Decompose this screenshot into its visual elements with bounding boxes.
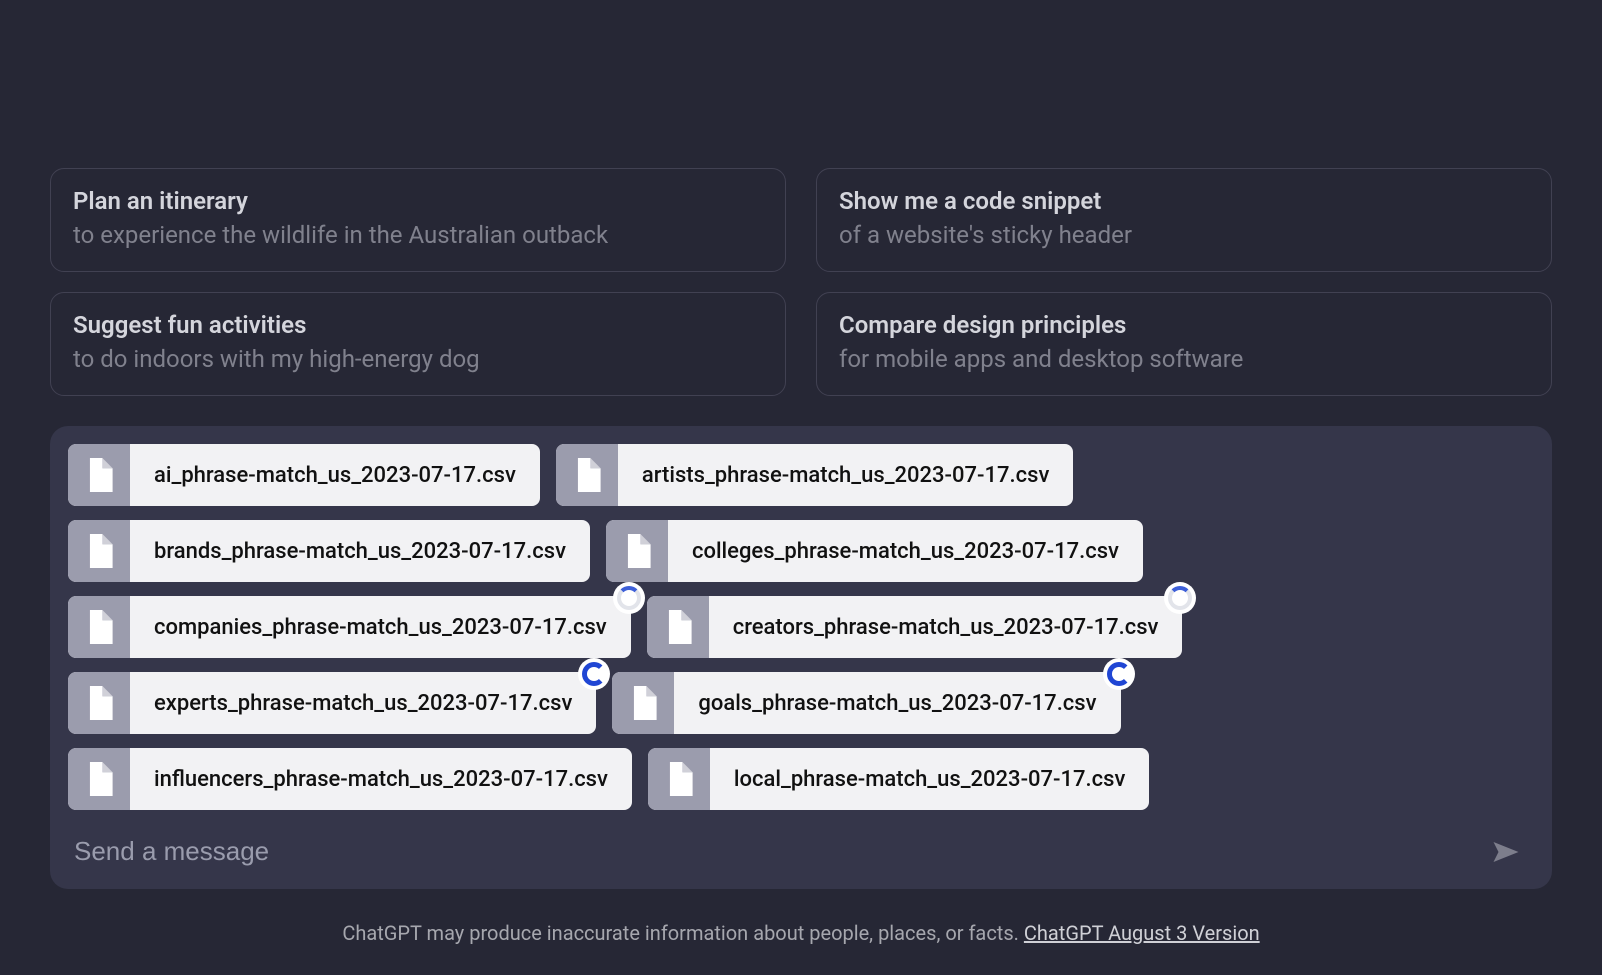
attachment-filename: experts_phrase-match_us_2023-07-17.csv [130,672,596,734]
file-icon [647,596,709,658]
send-icon [1491,839,1521,865]
file-icon [612,672,674,734]
suggestion-title: Suggest fun activities [73,311,763,339]
file-icon [68,520,130,582]
file-icon [556,444,618,506]
attachment-chip[interactable]: creators_phrase-match_us_2023-07-17.csv [647,596,1183,658]
upload-spinner-icon [1103,658,1135,690]
attachment-chip[interactable]: goals_phrase-match_us_2023-07-17.csv [612,672,1120,734]
upload-spinner-icon [1164,582,1196,614]
suggestion-card-3[interactable]: Suggest fun activities to do indoors wit… [50,292,786,396]
attachment-filename: artists_phrase-match_us_2023-07-17.csv [618,444,1073,506]
attachment-filename: companies_phrase-match_us_2023-07-17.csv [130,596,631,658]
attachment-chip[interactable]: companies_phrase-match_us_2023-07-17.csv [68,596,631,658]
file-icon [68,748,130,810]
attachment-chip[interactable]: experts_phrase-match_us_2023-07-17.csv [68,672,596,734]
attachment-filename: local_phrase-match_us_2023-07-17.csv [710,748,1149,810]
suggestion-grid: Plan an itinerary to experience the wild… [50,168,1552,396]
attachment-filename: ai_phrase-match_us_2023-07-17.csv [130,444,540,506]
suggestion-title: Plan an itinerary [73,187,763,215]
message-composer: ai_phrase-match_us_2023-07-17.csv artists… [50,426,1552,889]
disclaimer-text: ChatGPT may produce inaccurate informati… [342,921,1024,945]
attachment-chip[interactable]: local_phrase-match_us_2023-07-17.csv [648,748,1149,810]
version-link[interactable]: ChatGPT August 3 Version [1024,921,1260,945]
file-icon [648,748,710,810]
attachment-chip[interactable]: colleges_phrase-match_us_2023-07-17.csv [606,520,1143,582]
attachment-chip[interactable]: artists_phrase-match_us_2023-07-17.csv [556,444,1073,506]
upload-spinner-icon [613,582,645,614]
suggestion-card-4[interactable]: Compare design principles for mobile app… [816,292,1552,396]
attachment-chip[interactable]: ai_phrase-match_us_2023-07-17.csv [68,444,540,506]
suggestion-subtitle: of a website's sticky header [839,221,1529,249]
suggestion-card-2[interactable]: Show me a code snippet of a website's st… [816,168,1552,272]
attachment-filename: creators_phrase-match_us_2023-07-17.csv [709,596,1183,658]
suggestion-title: Show me a code snippet [839,187,1529,215]
attachment-chip[interactable]: influencers_phrase-match_us_2023-07-17.c… [68,748,632,810]
file-icon [68,596,130,658]
file-icon [68,672,130,734]
suggestion-title: Compare design principles [839,311,1529,339]
attachment-chip[interactable]: brands_phrase-match_us_2023-07-17.csv [68,520,590,582]
file-icon [606,520,668,582]
suggestion-subtitle: for mobile apps and desktop software [839,345,1529,373]
suggestion-card-1[interactable]: Plan an itinerary to experience the wild… [50,168,786,272]
message-input[interactable] [74,836,1488,867]
file-icon [68,444,130,506]
footer-disclaimer: ChatGPT may produce inaccurate informati… [50,921,1552,945]
attachment-filename: brands_phrase-match_us_2023-07-17.csv [130,520,590,582]
send-button[interactable] [1488,837,1524,867]
attachment-filename: goals_phrase-match_us_2023-07-17.csv [674,672,1120,734]
suggestion-subtitle: to experience the wildlife in the Austra… [73,221,763,249]
attachment-filename: colleges_phrase-match_us_2023-07-17.csv [668,520,1143,582]
attachment-list: ai_phrase-match_us_2023-07-17.csv artists… [68,444,1534,810]
suggestion-subtitle: to do indoors with my high-energy dog [73,345,763,373]
upload-spinner-icon [578,658,610,690]
attachment-filename: influencers_phrase-match_us_2023-07-17.c… [130,748,632,810]
